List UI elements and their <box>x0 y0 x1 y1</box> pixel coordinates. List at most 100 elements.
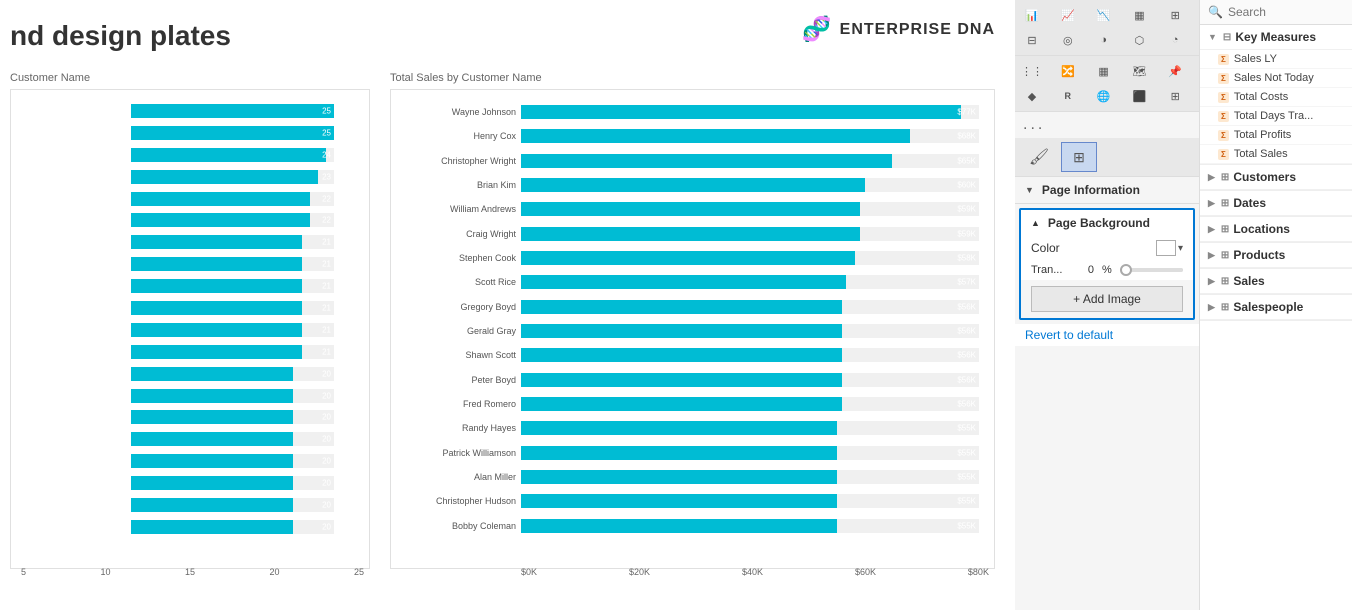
group-chevron: ▶ <box>1208 198 1215 209</box>
viz-icon-waterfall[interactable]: 🔀 <box>1054 59 1082 83</box>
bar-container: $65K <box>521 154 979 168</box>
bar-container: $77K <box>521 105 979 119</box>
bar-container: 21 <box>131 345 334 359</box>
field-item[interactable]: Σ Sales Not Today <box>1200 69 1352 88</box>
search-input[interactable] <box>1228 5 1344 19</box>
bar-container: $60K <box>521 178 979 192</box>
bar-container: 23 <box>131 170 334 184</box>
transparency-slider[interactable] <box>1120 268 1183 272</box>
viz-icon-r-script[interactable]: R <box>1054 84 1082 108</box>
field-type-badge: Σ <box>1218 111 1229 122</box>
field-item[interactable]: Σ Total Costs <box>1200 88 1352 107</box>
field-item[interactable]: Σ Sales LY <box>1200 50 1352 69</box>
bar-fill: 20 <box>131 410 293 424</box>
bar-value: 20 <box>322 413 331 422</box>
field-group-header-products[interactable]: ▶ ⊞ Products <box>1200 243 1352 268</box>
bar-value: 25 <box>322 106 331 115</box>
bar-row: 20 <box>21 474 334 492</box>
bar-value: $55K <box>957 521 976 530</box>
viz-icon-grid[interactable]: ⊞ <box>1161 84 1189 108</box>
page-info-chevron: ▼ <box>1025 185 1034 195</box>
format-tab-icon[interactable]: 🖌 <box>1021 142 1057 172</box>
add-image-button[interactable]: + Add Image <box>1031 286 1183 312</box>
x-axis-label: 20 <box>269 567 279 577</box>
color-dropdown-arrow[interactable]: ▾ <box>1178 243 1183 254</box>
group-chevron: ▶ <box>1208 276 1215 287</box>
bar-value: 21 <box>322 238 331 247</box>
field-group: ▶ ⊞ Dates <box>1200 191 1352 217</box>
field-group: ▶ ⊞ Sales <box>1200 269 1352 295</box>
bar-fill: 20 <box>131 367 293 381</box>
field-group-header-sales[interactable]: ▶ ⊞ Sales <box>1200 269 1352 294</box>
viz-icon-table[interactable]: ⊞ <box>1161 3 1189 27</box>
bar-container: 22 <box>131 213 334 227</box>
field-item[interactable]: Σ Total Sales <box>1200 145 1352 164</box>
fields-tab-icon[interactable]: ⊞ <box>1061 142 1097 172</box>
x-axis-label: 25 <box>354 567 364 577</box>
color-swatch[interactable] <box>1156 240 1176 256</box>
viz-icon-scatter[interactable]: ⋮⋮ <box>1018 59 1046 83</box>
viz-icon-globe[interactable]: 🌐 <box>1090 84 1118 108</box>
bar-container: $55K <box>521 446 979 460</box>
field-group-header-key-measures[interactable]: ▼ ⊟ Key Measures <box>1200 25 1352 50</box>
field-group: ▶ ⊞ Products <box>1200 243 1352 269</box>
field-group-header-locations[interactable]: ▶ ⊞ Locations <box>1200 217 1352 242</box>
page-background-header[interactable]: ▲ Page Background <box>1021 210 1193 236</box>
bar-row: 22 <box>21 190 334 208</box>
viz-icon-filled-map[interactable]: 📌 <box>1161 59 1189 83</box>
bar-container: 22 <box>131 192 334 206</box>
field-group-header-customers[interactable]: ▶ ⊞ Customers <box>1200 165 1352 190</box>
bar-container: 21 <box>131 323 334 337</box>
viz-icon-pie[interactable]: ◑ <box>1090 28 1118 52</box>
field-group-header-salespeople[interactable]: ▶ ⊞ Salespeople <box>1200 295 1352 320</box>
viz-icon-matrix[interactable]: ⊟ <box>1018 28 1046 52</box>
left-bar-chart: 25 25 24 23 22 <box>16 95 364 563</box>
more-icons-dots[interactable]: ... <box>1015 112 1199 138</box>
bar-value: 20 <box>322 391 331 400</box>
bar-row: 20 <box>21 387 334 405</box>
bar-row: 20 <box>21 496 334 514</box>
viz-icon-area-chart[interactable]: 📉 <box>1090 3 1118 27</box>
format-panel: 📊 📈 📉 ▦ ⊞ ⊟ ◎ ◑ ⬡ ◔ ⋮⋮ 🔀 ▦ 🗺 📌 ◆ R 🌐 <box>1015 0 1200 610</box>
viz-icon-treemap[interactable]: ▦ <box>1090 59 1118 83</box>
bar-container: $68K <box>521 129 979 143</box>
field-item[interactable]: Σ Total Days Tra... <box>1200 107 1352 126</box>
bar-value: 25 <box>322 128 331 137</box>
viz-icon-shape[interactable]: ◆ <box>1018 84 1046 108</box>
viz-icon-column-chart[interactable]: ▦ <box>1125 3 1153 27</box>
bar-value: $56K <box>957 400 976 409</box>
field-group-header-dates[interactable]: ▶ ⊞ Dates <box>1200 191 1352 216</box>
bar-value: $56K <box>957 351 976 360</box>
field-type-badge: Σ <box>1218 130 1229 141</box>
viz-icon-gauge[interactable]: ◔ <box>1161 28 1189 52</box>
bar-fill: $65K <box>521 154 892 168</box>
bar-label: Gerald Gray <box>401 326 521 336</box>
viz-icon-map[interactable]: 🗺 <box>1125 59 1153 83</box>
slider-thumb[interactable] <box>1120 264 1132 276</box>
field-item[interactable]: Σ Total Profits <box>1200 126 1352 145</box>
bar-fill: $55K <box>521 519 837 533</box>
transparency-value: 0 <box>1069 264 1094 276</box>
bar-value: 21 <box>322 325 331 334</box>
bar-fill: $56K <box>521 373 842 387</box>
page-information-header[interactable]: ▼ Page Information <box>1015 177 1199 204</box>
revert-to-default-button[interactable]: Revert to default <box>1015 324 1199 346</box>
bar-row: 21 <box>21 255 334 273</box>
bar-fill: $59K <box>521 227 860 241</box>
viz-icon-donut[interactable]: ◎ <box>1054 28 1082 52</box>
viz-icon-bar-chart[interactable]: 📊 <box>1018 3 1046 27</box>
bar-label: Fred Romero <box>401 399 521 409</box>
bar-row: Gerald Gray $56K <box>401 322 979 340</box>
bar-value: $55K <box>957 473 976 482</box>
bar-value: $77K <box>957 108 976 117</box>
color-control[interactable]: ▾ <box>1156 240 1183 256</box>
field-label: Total Costs <box>1234 91 1288 103</box>
bar-value: $55K <box>957 497 976 506</box>
table-icon: ⊞ <box>1221 276 1229 287</box>
table-icon: ⊞ <box>1221 302 1229 313</box>
viz-icon-line-chart[interactable]: 📈 <box>1054 3 1082 27</box>
group-chevron: ▶ <box>1208 250 1215 261</box>
bar-container: 25 <box>131 126 334 140</box>
viz-icon-dark[interactable]: ⬛ <box>1125 84 1153 108</box>
viz-icon-funnel[interactable]: ⬡ <box>1125 28 1153 52</box>
